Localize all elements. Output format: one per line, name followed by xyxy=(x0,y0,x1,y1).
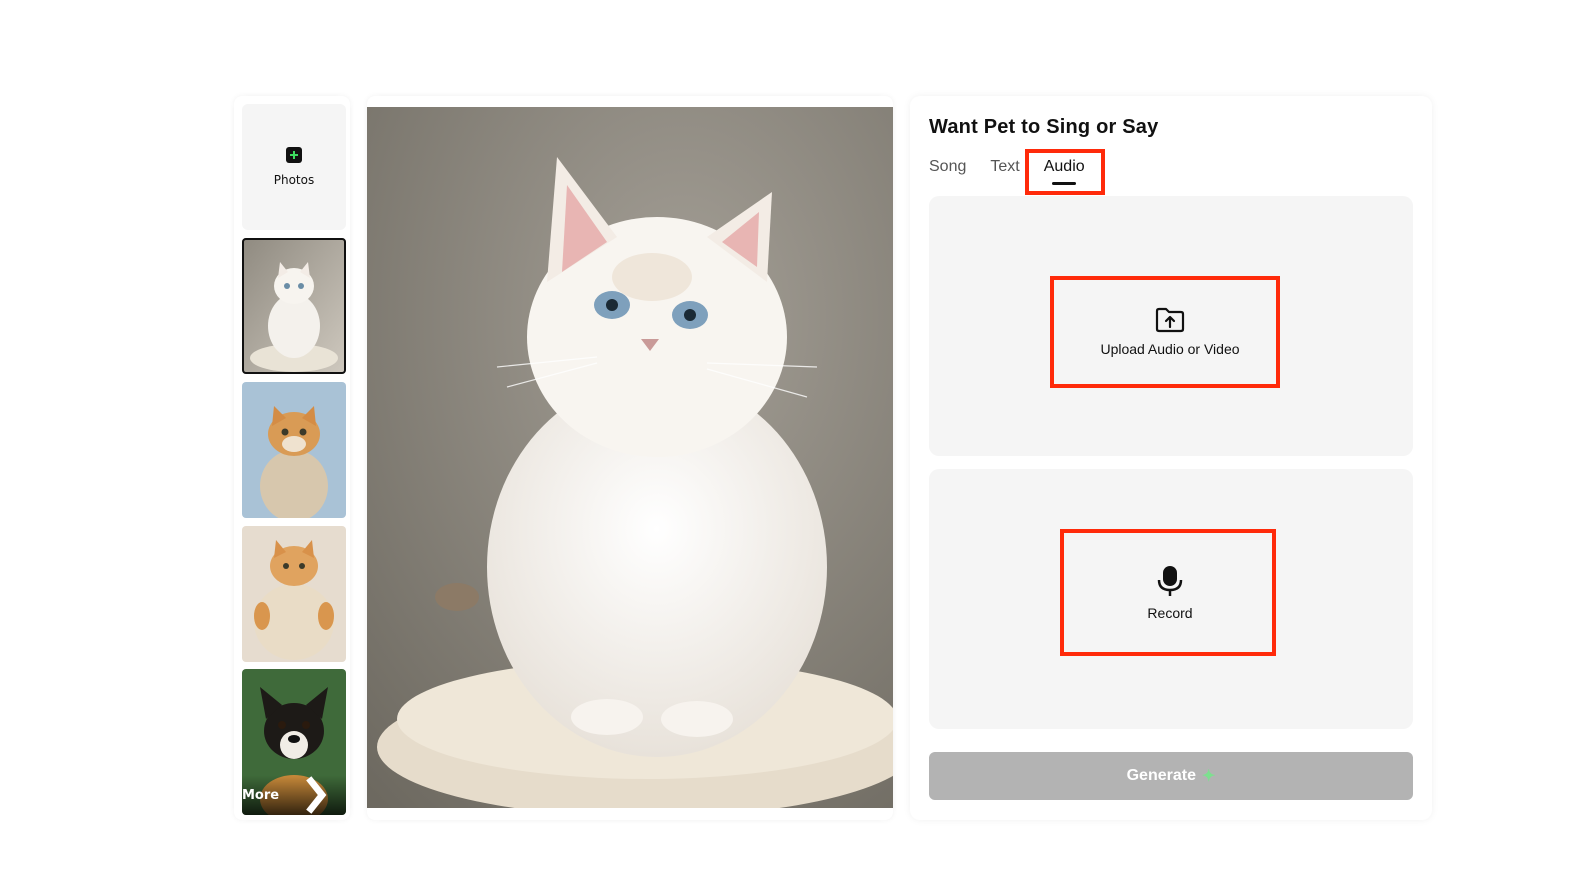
microphone-icon xyxy=(1157,566,1183,596)
audio-input-panel: Want Pet to Sing or Say Song Text Audio … xyxy=(910,96,1432,820)
chevron-right-icon xyxy=(306,776,327,814)
orange-cat-thumbnail-image xyxy=(242,382,346,518)
pet-preview-image xyxy=(367,107,893,808)
more-button[interactable]: More xyxy=(242,775,346,815)
thumbnail-chubby-cat[interactable] xyxy=(242,526,346,662)
mode-tabs: Song Text Audio xyxy=(929,158,1109,176)
generate-button[interactable]: Generate ✦ xyxy=(929,752,1413,800)
upload-label: Upload Audio or Video xyxy=(1100,341,1240,357)
tab-audio[interactable]: Audio xyxy=(1044,158,1097,176)
white-cat-preview xyxy=(367,107,893,808)
chubby-cat-thumbnail-image xyxy=(242,526,346,662)
upload-audio-button[interactable]: Upload Audio or Video xyxy=(1060,282,1280,382)
photos-label: Photos xyxy=(273,173,315,187)
white-cat-thumbnail-image xyxy=(242,238,346,374)
record-label: Record xyxy=(1147,605,1193,621)
upload-zone: Upload Audio or Video xyxy=(929,196,1413,456)
record-button[interactable]: Record xyxy=(1070,535,1270,651)
add-photos-button[interactable]: Photos xyxy=(242,104,346,230)
more-label: More xyxy=(242,787,280,803)
plus-icon xyxy=(286,147,302,163)
preview-panel xyxy=(367,96,893,820)
record-zone: Record xyxy=(929,469,1413,729)
thumbnail-puppy[interactable]: More xyxy=(242,669,346,815)
panel-title: Want Pet to Sing or Say xyxy=(929,116,1159,138)
thumbnail-orange-cat[interactable] xyxy=(242,382,346,518)
tab-song[interactable]: Song xyxy=(929,158,978,176)
folder-upload-icon xyxy=(1155,307,1185,333)
generate-label: Generate xyxy=(1126,767,1196,784)
photo-sidebar: Photos More xyxy=(234,96,350,820)
active-tab-indicator xyxy=(1052,182,1076,185)
thumbnail-white-cat[interactable] xyxy=(242,238,346,374)
tab-text[interactable]: Text xyxy=(990,158,1031,176)
sparkle-icon: ✦ xyxy=(1201,768,1216,785)
